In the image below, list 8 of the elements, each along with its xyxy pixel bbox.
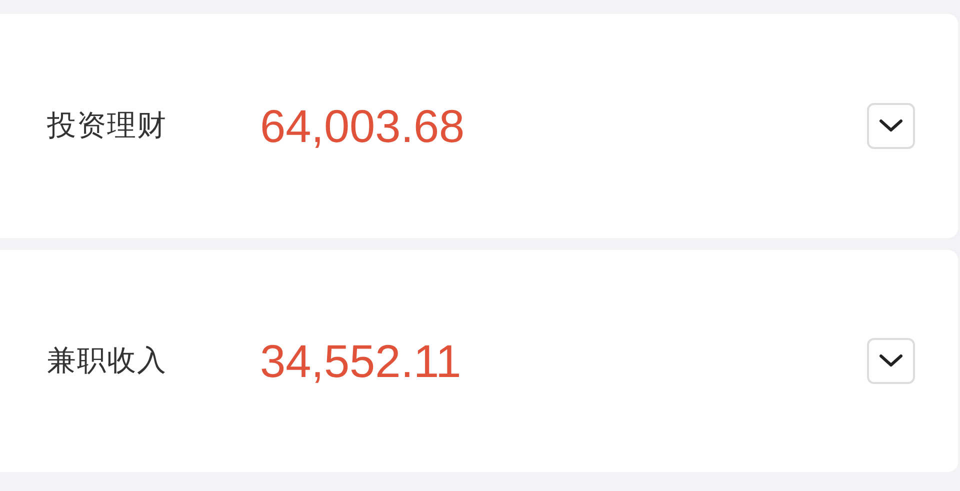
- category-label: 兼职收入: [47, 342, 168, 379]
- category-label: 投资理财: [47, 107, 168, 144]
- expand-button[interactable]: [867, 338, 915, 384]
- chevron-down-icon: [878, 353, 904, 369]
- expand-button[interactable]: [867, 103, 915, 149]
- amount-value: 64,003.68: [260, 99, 466, 153]
- chevron-down-icon: [878, 118, 904, 134]
- amount-value: 34,552.11: [260, 334, 462, 388]
